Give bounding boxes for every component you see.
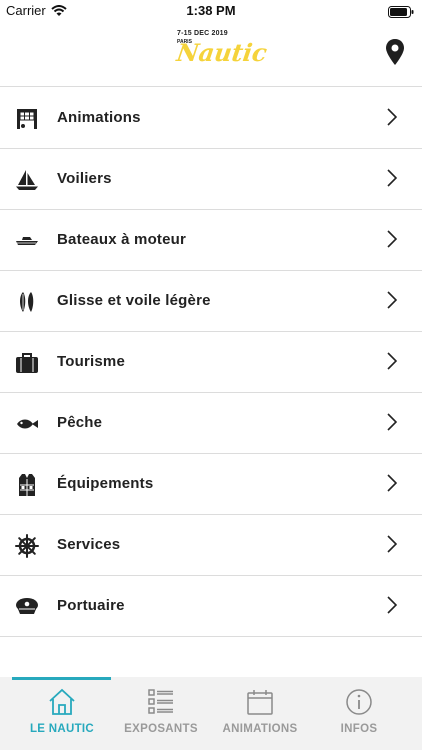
menu-item-voiliers[interactable]: Voiliers	[0, 149, 422, 210]
app-header: Nautic 7-15 DEC 2019 PARIS	[0, 22, 422, 87]
tab-le-nautic[interactable]: LE NAUTIC	[12, 677, 112, 750]
menu-item-equipements[interactable]: Équipements	[0, 454, 422, 515]
home-icon	[47, 687, 77, 717]
list-icon	[146, 687, 176, 717]
chevron-right-icon	[387, 474, 398, 497]
menu-item-label: Pêche	[57, 414, 103, 431]
menu-item-label: Services	[57, 536, 121, 553]
bottom-tab-bar: LE NAUTIC EXPOSANTS ANIMATIONS INFOS	[0, 677, 422, 750]
chevron-right-icon	[387, 291, 398, 314]
helm-icon	[15, 534, 39, 558]
tab-exposants[interactable]: EXPOSANTS	[111, 677, 211, 750]
logo-dates: 7-15 DEC 2019	[177, 30, 228, 37]
surfboard-icon	[15, 290, 39, 314]
chevron-right-icon	[387, 230, 398, 253]
menu-item-label: Bateaux à moteur	[57, 231, 187, 248]
menu-item-tourisme[interactable]: Tourisme	[0, 332, 422, 393]
menu-item-label: Portuaire	[57, 597, 125, 614]
suitcase-icon	[15, 351, 39, 375]
menu-item-label: Animations	[57, 109, 141, 126]
info-icon	[344, 687, 374, 717]
clock: 1:38 PM	[186, 3, 236, 18]
animations-icon	[15, 107, 39, 131]
battery-icon	[388, 5, 414, 23]
status-bar: Carrier 1:38 PM	[0, 0, 422, 22]
menu-item-glisse-et-voile-legere[interactable]: Glisse et voile légère	[0, 271, 422, 332]
menu-item-peche[interactable]: Pêche	[0, 393, 422, 454]
sailboat-icon	[15, 168, 39, 192]
menu-item-label: Équipements	[57, 475, 154, 492]
fish-icon	[15, 412, 39, 436]
menu-item-animations[interactable]: Animations	[0, 88, 422, 149]
tab-label: INFOS	[340, 723, 378, 735]
chevron-right-icon	[387, 108, 398, 131]
motorboat-icon	[15, 229, 39, 253]
captain-hat-icon	[15, 595, 39, 619]
chevron-right-icon	[387, 352, 398, 375]
tab-animations[interactable]: ANIMATIONS	[210, 677, 310, 750]
tab-label: EXPOSANTS	[124, 723, 198, 735]
chevron-right-icon	[387, 535, 398, 558]
tab-label: ANIMATIONS	[222, 723, 298, 735]
logo-city: PARIS	[177, 39, 192, 45]
tab-label: LE NAUTIC	[29, 723, 95, 735]
chevron-right-icon	[387, 169, 398, 192]
life-vest-icon	[15, 473, 39, 497]
category-list: Animations Voiliers Bateaux à moteur Gli…	[0, 88, 422, 637]
calendar-icon	[245, 687, 275, 717]
nautic-logo[interactable]: Nautic 7-15 DEC 2019 PARIS	[173, 30, 269, 80]
menu-item-label: Tourisme	[57, 353, 126, 370]
menu-item-label: Glisse et voile légère	[57, 292, 211, 309]
chevron-right-icon	[387, 413, 398, 436]
menu-item-services[interactable]: Services	[0, 515, 422, 576]
menu-item-portuaire[interactable]: Portuaire	[0, 576, 422, 637]
menu-item-label: Voiliers	[57, 170, 112, 187]
menu-item-bateaux-a-moteur[interactable]: Bateaux à moteur	[0, 210, 422, 271]
chevron-right-icon	[387, 596, 398, 619]
tab-infos[interactable]: INFOS	[309, 677, 409, 750]
map-pin-icon[interactable]	[386, 39, 404, 70]
